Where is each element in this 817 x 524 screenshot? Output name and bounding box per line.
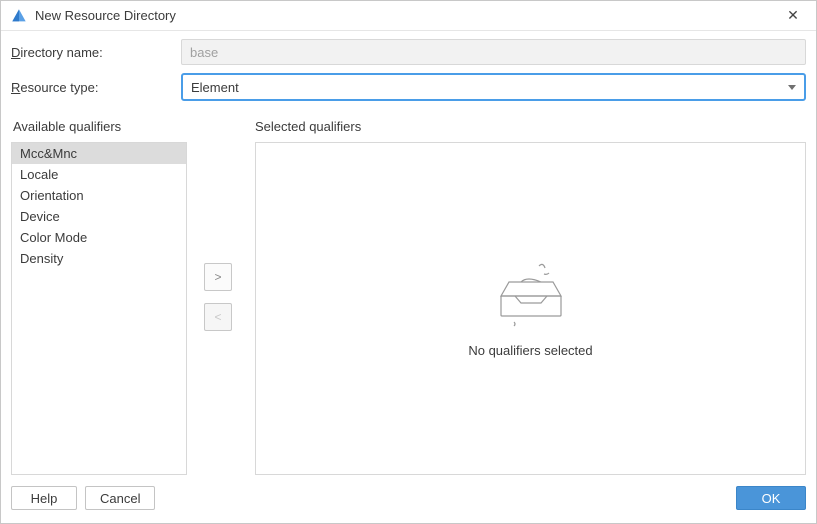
- selected-qualifiers-box: No qualifiers selected: [255, 142, 806, 475]
- available-qualifier-item[interactable]: Locale: [12, 164, 186, 185]
- available-qualifier-item[interactable]: Color Mode: [12, 227, 186, 248]
- titlebar: New Resource Directory ✕: [1, 1, 816, 31]
- available-qualifier-item[interactable]: Mcc&Mnc: [12, 143, 186, 164]
- available-qualifier-item[interactable]: Device: [12, 206, 186, 227]
- move-buttons-column: > <: [187, 119, 249, 475]
- label-directory-name: Directory name:: [11, 45, 181, 60]
- empty-text: No qualifiers selected: [468, 343, 592, 358]
- add-qualifier-button[interactable]: >: [204, 263, 232, 291]
- resource-type-select[interactable]: Element: [181, 73, 806, 101]
- close-button[interactable]: ✕: [778, 7, 808, 24]
- available-qualifiers-list[interactable]: Mcc&MncLocaleOrientationDeviceColor Mode…: [11, 142, 187, 475]
- ok-button[interactable]: OK: [736, 486, 806, 510]
- content-area: Directory name: Resource type: Element A…: [1, 31, 816, 523]
- empty-inbox-icon: [491, 260, 571, 333]
- dialog-title: New Resource Directory: [35, 8, 778, 23]
- dialog-new-resource-directory: New Resource Directory ✕ Directory name:…: [0, 0, 817, 524]
- available-qualifier-item[interactable]: Orientation: [12, 185, 186, 206]
- label-resource-type: Resource type:: [11, 80, 181, 95]
- qualifiers-area: Available qualifiers Mcc&MncLocaleOrient…: [11, 119, 806, 475]
- app-icon: [11, 8, 27, 24]
- footer-button-row: Help Cancel OK: [11, 483, 806, 513]
- row-directory-name: Directory name:: [11, 39, 806, 65]
- help-button[interactable]: Help: [11, 486, 77, 510]
- chevron-down-icon: [788, 85, 796, 90]
- available-qualifiers-heading: Available qualifiers: [11, 119, 187, 134]
- cancel-button[interactable]: Cancel: [85, 486, 155, 510]
- directory-name-input[interactable]: [181, 39, 806, 65]
- available-qualifier-item[interactable]: Density: [12, 248, 186, 269]
- resource-type-value: Element: [191, 80, 788, 95]
- selected-qualifiers-heading: Selected qualifiers: [255, 119, 806, 134]
- remove-qualifier-button: <: [204, 303, 232, 331]
- available-qualifiers-column: Available qualifiers Mcc&MncLocaleOrient…: [11, 119, 187, 475]
- row-resource-type: Resource type: Element: [11, 73, 806, 101]
- selected-qualifiers-column: Selected qualifiers: [255, 119, 806, 475]
